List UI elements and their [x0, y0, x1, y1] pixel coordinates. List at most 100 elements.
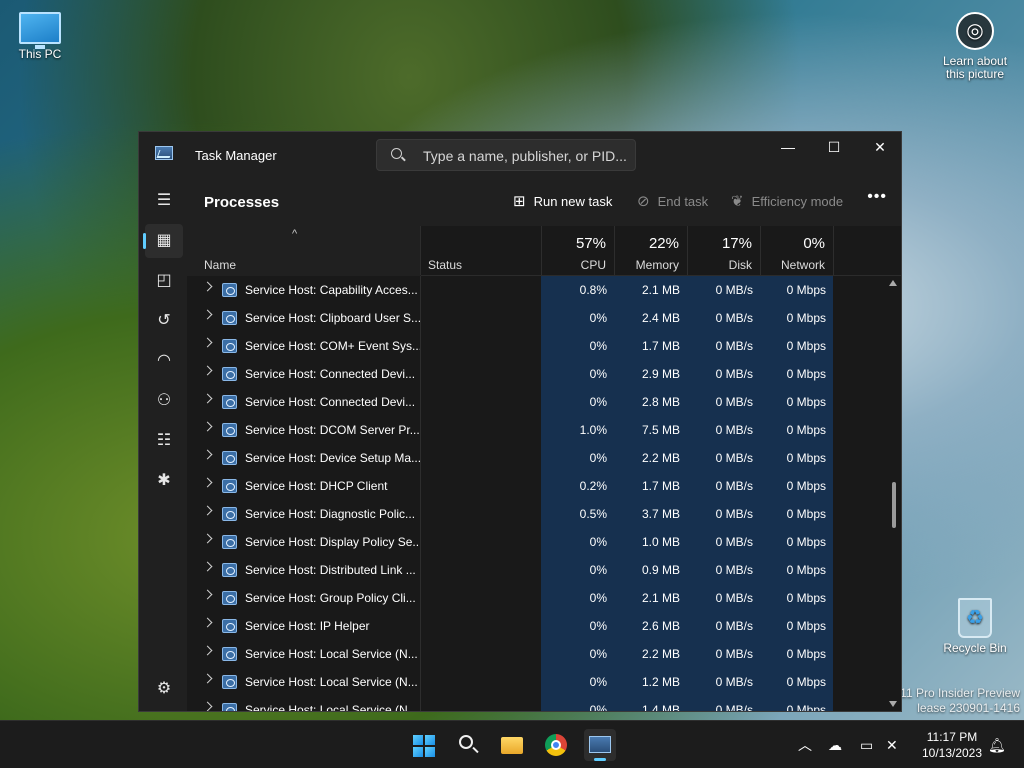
process-memory: 1.7 MB	[641, 479, 680, 493]
expand-chevron-icon[interactable]	[202, 309, 213, 320]
notification-bell-icon[interactable]: 🔔︎	[988, 721, 1006, 768]
table-row[interactable]: Service Host: Connected Devi... 0% 2.9 MB 0…	[187, 360, 883, 388]
desktop-icon-this-pc[interactable]: This PC	[0, 12, 80, 61]
column-divider[interactable]	[614, 226, 615, 275]
column-divider[interactable]	[420, 226, 421, 275]
taskbar-search-button[interactable]	[452, 729, 484, 761]
table-row[interactable]: Service Host: Diagnostic Polic... 0.5% 3.7…	[187, 500, 883, 528]
expand-chevron-icon[interactable]	[202, 673, 213, 684]
service-host-icon	[222, 479, 237, 493]
column-divider[interactable]	[760, 226, 761, 275]
expand-chevron-icon[interactable]	[202, 393, 213, 404]
scroll-up-arrow-icon[interactable]	[889, 280, 897, 286]
table-row[interactable]: Service Host: Distributed Link ... 0% 0.9 …	[187, 556, 883, 584]
expand-chevron-icon[interactable]	[202, 589, 213, 600]
hamburger-menu-button[interactable]: ☰	[145, 184, 183, 218]
nav-users[interactable]: ⚇	[145, 384, 183, 418]
column-header-disk[interactable]: 17% Disk	[687, 226, 760, 276]
table-row[interactable]: Service Host: Clipboard User S... 0% 2.4 M…	[187, 304, 883, 332]
process-cpu: 0%	[589, 675, 607, 689]
clock[interactable]: 11:17 PM 10/13/2023	[912, 729, 992, 761]
desktop-icon-learn-about-picture[interactable]: ◎ Learn about this picture	[935, 12, 1015, 81]
table-row[interactable]: Service Host: IP Helper 0% 2.6 MB 0 MB/s 0 M…	[187, 612, 883, 640]
process-disk: 0 MB/s	[715, 367, 753, 381]
start-button[interactable]	[408, 729, 440, 761]
learn-label-line2: this picture	[945, 67, 1005, 81]
nav-details[interactable]: ☷	[145, 424, 183, 458]
volume-muted-icon[interactable]: ✕	[886, 721, 898, 768]
desktop-icon-recycle-bin[interactable]: ♻ Recycle Bin	[935, 598, 1015, 655]
maximize-button[interactable]: ☐	[811, 132, 857, 162]
table-row[interactable]: Service Host: DCOM Server Pr... 1.0% 7.5 M…	[187, 416, 883, 444]
expand-chevron-icon[interactable]	[202, 477, 213, 488]
search-icon	[459, 735, 473, 749]
task-manager-taskbar-button[interactable]	[584, 729, 616, 761]
expand-chevron-icon[interactable]	[202, 337, 213, 348]
run-new-task-label: Run new task	[533, 193, 613, 209]
nav-services[interactable]: ✱	[145, 464, 183, 498]
search-input[interactable]: Type a name, publisher, or PID...	[376, 139, 636, 171]
end-task-label: End task	[657, 193, 709, 209]
table-row[interactable]: Service Host: Local Service (N... 0% 2.2 M…	[187, 640, 883, 668]
run-new-task-button[interactable]: ⊞ Run new task	[513, 192, 612, 210]
table-row[interactable]: Service Host: Device Setup Ma... 0% 2.2 MB…	[187, 444, 883, 472]
efficiency-mode-button[interactable]: ❦ Efficiency mode	[731, 192, 843, 210]
title-bar[interactable]: Task Manager Type a name, publisher, or …	[139, 132, 901, 178]
show-hidden-icons-button[interactable]: ︿	[798, 721, 812, 768]
users-icon: ⚇	[156, 392, 172, 409]
table-row[interactable]: Service Host: Group Policy Cli... 0% 2.1 M…	[187, 584, 883, 612]
expand-chevron-icon[interactable]	[202, 449, 213, 460]
column-header-status[interactable]: Status	[421, 226, 541, 276]
column-divider[interactable]	[541, 226, 542, 275]
expand-chevron-icon[interactable]	[202, 561, 213, 572]
service-host-icon	[222, 423, 237, 437]
table-row[interactable]: Service Host: Display Policy Se... 0% 1.0 …	[187, 528, 883, 556]
column-divider[interactable]	[833, 226, 834, 275]
nav-startup-apps[interactable]: ◠	[145, 344, 183, 378]
table-row[interactable]: Service Host: Local Service (N... 0% 1.4 M…	[187, 696, 883, 711]
vertical-scrollbar-thumb[interactable]	[892, 482, 896, 528]
table-row[interactable]: Service Host: DHCP Client 0.2% 1.7 MB 0 MB/…	[187, 472, 883, 500]
column-header-network[interactable]: 0% Network	[760, 226, 833, 276]
minimize-button[interactable]: —	[765, 132, 811, 162]
nav-processes[interactable]: ▦	[143, 224, 183, 258]
process-cpu: 0%	[589, 591, 607, 605]
column-header-cpu[interactable]: 57% CPU	[541, 226, 614, 276]
process-network: 0 Mbps	[786, 339, 826, 353]
more-options-button[interactable]: •••	[867, 188, 887, 206]
nav-app-history[interactable]: ↺	[145, 304, 183, 338]
expand-chevron-icon[interactable]	[202, 505, 213, 516]
expand-chevron-icon[interactable]	[202, 645, 213, 656]
onedrive-icon[interactable]: ☁	[828, 721, 842, 768]
column-divider[interactable]	[687, 226, 688, 275]
process-cpu: 0%	[589, 535, 607, 549]
end-task-button[interactable]: ⊘ End task	[637, 192, 708, 210]
table-row[interactable]: Service Host: Local Service (N... 0% 1.2 M…	[187, 668, 883, 696]
column-header-name[interactable]: ^ Name	[187, 226, 421, 276]
column-header-memory[interactable]: 22% Memory	[614, 226, 687, 276]
nav-performance[interactable]: ◰	[145, 264, 183, 298]
expand-chevron-icon[interactable]	[202, 421, 213, 432]
table-row[interactable]: Service Host: Connected Devi... 0% 2.8 MB 0…	[187, 388, 883, 416]
expand-chevron-icon[interactable]	[202, 365, 213, 376]
nav-settings[interactable]: ⚙	[145, 672, 183, 706]
expand-chevron-icon[interactable]	[202, 281, 213, 292]
process-network: 0 Mbps	[786, 367, 826, 381]
sort-ascending-icon: ^	[292, 228, 298, 240]
file-explorer-button[interactable]	[496, 729, 528, 761]
watermark-line1: 11 Pro Insider Preview	[900, 686, 1020, 700]
expand-chevron-icon[interactable]	[202, 701, 213, 711]
chrome-button[interactable]	[540, 729, 572, 761]
network-icon[interactable]: ▭	[860, 721, 873, 768]
expand-chevron-icon[interactable]	[202, 617, 213, 628]
process-name: Service Host: Device Setup Ma...	[245, 451, 420, 465]
process-name: Service Host: Connected Devi...	[245, 367, 416, 381]
close-button[interactable]: ✕	[857, 132, 901, 162]
processes-table: ^ Name Status 57% CPU 22% Memory 17% Dis…	[187, 226, 901, 711]
table-header: ^ Name Status 57% CPU 22% Memory 17% Dis…	[187, 226, 901, 276]
scroll-down-arrow-icon[interactable]	[889, 701, 897, 707]
disk-total: 17%	[721, 235, 752, 252]
table-row[interactable]: Service Host: COM+ Event Sys... 0% 1.7 MB 0…	[187, 332, 883, 360]
expand-chevron-icon[interactable]	[202, 533, 213, 544]
table-row[interactable]: Service Host: Capability Acces... 0.8% 2.1…	[187, 276, 883, 304]
